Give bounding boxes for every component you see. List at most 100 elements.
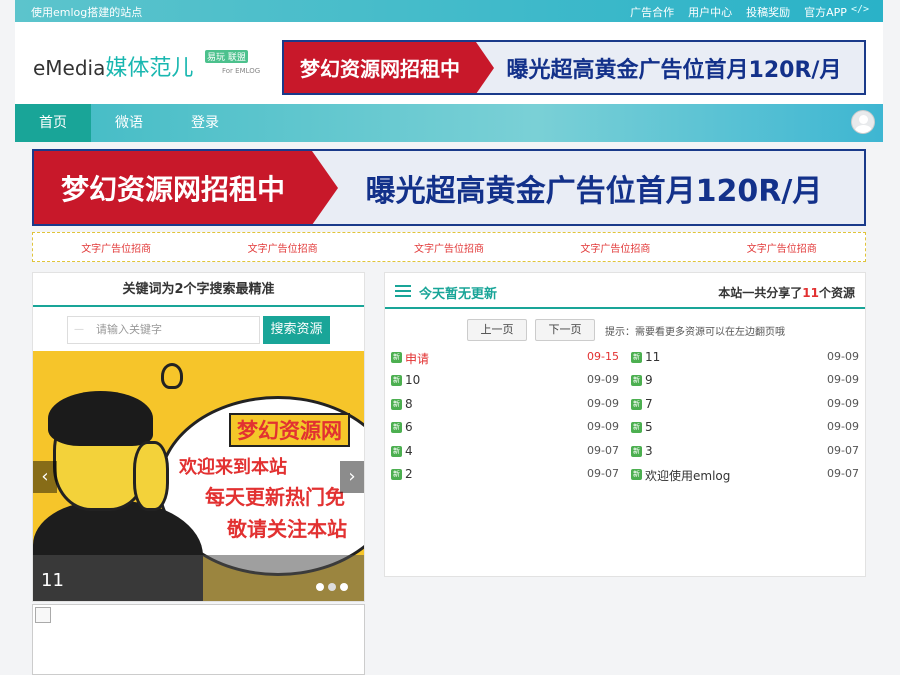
- new-badge-icon: 新: [391, 469, 402, 480]
- item-date: 09-09: [587, 396, 619, 410]
- list-item[interactable]: 新 5 09-09: [631, 419, 859, 437]
- search-button[interactable]: 搜索资源: [263, 316, 330, 344]
- broken-image-icon: [32, 604, 365, 675]
- slide-caption-bar: [33, 555, 364, 601]
- item-date: 09-07: [587, 443, 619, 457]
- site-logo[interactable]: eMedia媒体范儿 易玩 联盟 For EMLOG: [33, 50, 260, 82]
- slide-person-hair: [48, 391, 153, 446]
- item-date: 09-09: [827, 420, 859, 434]
- item-title[interactable]: 7: [645, 397, 653, 411]
- image-slider[interactable]: 梦幻资源网 欢迎来到本站 每天更新热门免 敬请关注本站 ‹ › 11: [33, 351, 364, 601]
- item-title[interactable]: 6: [405, 420, 413, 434]
- list-item[interactable]: 新 3 09-07: [631, 443, 859, 461]
- top-link-user-center[interactable]: 用户中心: [688, 4, 732, 20]
- list-item[interactable]: 新申请 09-15: [391, 349, 619, 367]
- item-date: 09-07: [827, 443, 859, 457]
- slide-caption: 11: [41, 570, 64, 591]
- item-title[interactable]: 8: [405, 397, 413, 411]
- header-ad-banner[interactable]: 梦幻资源网招租中 曝光超高黄金广告位首月120R/月: [282, 40, 866, 95]
- item-title[interactable]: 4: [405, 444, 413, 458]
- item-title[interactable]: 9: [645, 373, 653, 387]
- list-item[interactable]: 新 6 09-09: [391, 419, 619, 437]
- new-badge-icon: 新: [391, 352, 402, 363]
- pager-hint: 提示：需要看更多资源可以在左边翻页哦: [605, 327, 785, 338]
- banner-right-text: 曝光超高黄金广告位首月120R/月: [506, 57, 842, 83]
- slider-next-button[interactable]: ›: [340, 461, 364, 493]
- slider-dot[interactable]: [316, 583, 324, 591]
- item-date: 09-09: [827, 350, 859, 363]
- text-ad[interactable]: 文字广告位招商: [747, 240, 817, 255]
- new-badge-icon: 新: [631, 469, 642, 480]
- slide-line-2: 欢迎来到本站: [179, 457, 287, 478]
- list-item[interactable]: 新欢迎使用emlog 09-07: [631, 466, 859, 484]
- new-badge-icon: 新: [631, 422, 642, 434]
- next-page-button[interactable]: 下一页: [535, 319, 595, 341]
- new-badge-icon: 新: [631, 398, 642, 410]
- list-item[interactable]: 新 11 09-09: [631, 349, 859, 367]
- list-item[interactable]: 新 8 09-09: [391, 396, 619, 414]
- text-ad[interactable]: 文字广告位招商: [248, 240, 318, 255]
- slider-dot[interactable]: [328, 583, 336, 591]
- nav-login[interactable]: 登录: [167, 104, 243, 142]
- top-link-contribute[interactable]: 投稿奖励: [746, 4, 790, 20]
- user-avatar-icon[interactable]: [851, 110, 875, 134]
- slide-line-3: 每天更新热门免: [205, 485, 345, 509]
- item-title[interactable]: 10: [405, 373, 420, 387]
- item-title[interactable]: 11: [645, 350, 660, 364]
- search-panel-title: 关键词为2个字搜索最精准: [33, 273, 364, 307]
- item-date: 09-09: [587, 420, 619, 434]
- text-ads: 文字广告位招商 文字广告位招商 文字广告位招商 文字广告位招商 文字广告位招商: [32, 232, 866, 262]
- search-panel: 关键词为2个字搜索最精准 请输入关键字 搜索资源 梦幻资源网 欢迎来到本站 每天…: [32, 272, 365, 602]
- list-item[interactable]: 新 4 09-07: [391, 443, 619, 461]
- prev-page-button[interactable]: 上一页: [467, 319, 527, 341]
- code-icon: </>: [850, 4, 869, 15]
- slide-line-1: 梦幻资源网: [229, 413, 350, 447]
- logo-badge: 易玩 联盟: [205, 50, 248, 63]
- item-date: 09-09: [587, 373, 619, 387]
- new-badge-icon: 新: [631, 445, 642, 457]
- resource-count: 本站一共分享了11个资源: [718, 286, 855, 300]
- text-ad[interactable]: 文字广告位招商: [580, 240, 650, 255]
- banner-left-text: 梦幻资源网招租中: [34, 151, 338, 224]
- resource-panel-header: 今天暂无更新 本站一共分享了11个资源: [385, 273, 865, 309]
- text-ad[interactable]: 文字广告位招商: [81, 240, 151, 255]
- item-title[interactable]: 欢迎使用emlog: [645, 467, 730, 484]
- item-title[interactable]: 5: [645, 420, 653, 434]
- item-date: 09-07: [587, 467, 619, 480]
- item-title[interactable]: 2: [405, 467, 413, 481]
- nav-home[interactable]: 首页: [15, 104, 91, 142]
- nav-microblog[interactable]: 微语: [91, 104, 167, 142]
- logo-en: eMedia: [33, 56, 106, 80]
- top-link-ads[interactable]: 广告合作: [630, 4, 674, 20]
- item-date: 09-09: [827, 373, 859, 387]
- main-ad-banner[interactable]: 梦幻资源网招租中 曝光超高黄金广告位首月120R/月: [32, 149, 866, 226]
- resource-panel: 今天暂无更新 本站一共分享了11个资源 上一页 下一页 提示：需要看更多资源可以…: [384, 272, 866, 577]
- top-bar: 使用emlog搭建的站点 广告合作 用户中心 投稿奖励 官方APP </>: [15, 0, 883, 22]
- list-item[interactable]: 新 10 09-09: [391, 372, 619, 390]
- slide-person-hand: [133, 441, 169, 511]
- item-title[interactable]: 3: [645, 444, 653, 458]
- new-badge-icon: 新: [631, 375, 642, 387]
- search-input[interactable]: 请输入关键字: [67, 316, 260, 344]
- item-date: 09-07: [827, 467, 859, 480]
- text-ad[interactable]: 文字广告位招商: [414, 240, 484, 255]
- slider-dots: [316, 583, 348, 591]
- list-item[interactable]: 新 7 09-09: [631, 396, 859, 414]
- list-item[interactable]: 新 2 09-07: [391, 466, 619, 484]
- resource-panel-title: 今天暂无更新: [419, 287, 498, 302]
- banner-right-text: 曝光超高黄金广告位首月120R/月: [365, 173, 823, 209]
- lightbulb-icon: [161, 363, 183, 389]
- slider-prev-button[interactable]: ‹: [33, 461, 57, 493]
- resource-count-number: 11: [802, 286, 819, 300]
- site-tagline: 使用emlog搭建的站点: [31, 6, 143, 19]
- item-date: 09-09: [827, 396, 859, 410]
- item-title[interactable]: 申请: [405, 350, 429, 367]
- banner-left-text: 梦幻资源网招租中: [284, 42, 494, 93]
- top-link-app[interactable]: 官方APP: [804, 4, 847, 20]
- list-item[interactable]: 新 9 09-09: [631, 372, 859, 390]
- logo-badge-sub: For EMLOG: [222, 67, 261, 75]
- slider-dot[interactable]: [340, 583, 348, 591]
- new-badge-icon: 新: [391, 398, 402, 410]
- new-badge-icon: 新: [631, 352, 642, 363]
- main-nav: 首页 微语 登录: [15, 104, 883, 142]
